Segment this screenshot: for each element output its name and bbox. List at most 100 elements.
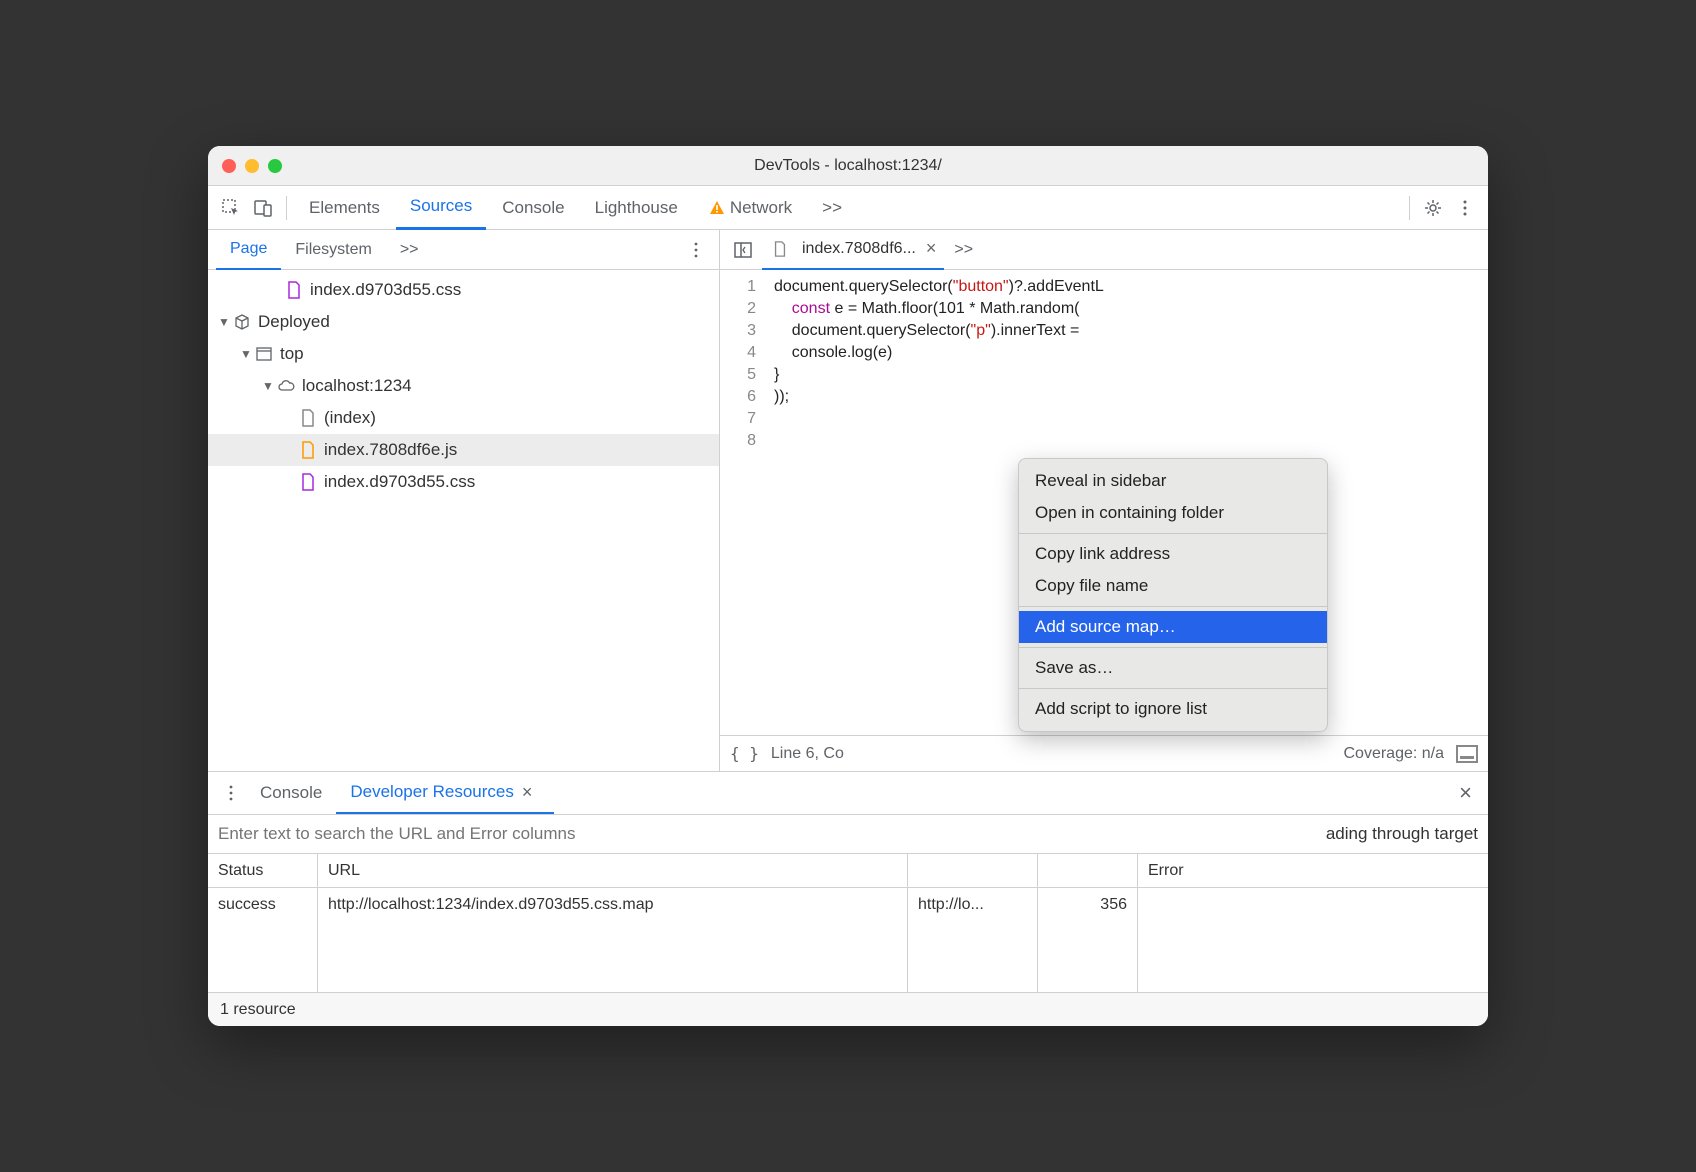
menu-open-folder[interactable]: Open in containing folder (1019, 497, 1327, 529)
drawer-tab-close[interactable]: × (514, 782, 541, 803)
editor-tab[interactable]: index.7808df6... × (762, 230, 944, 270)
drawer-kebab-icon[interactable] (216, 778, 246, 808)
drawer: Console Developer Resources × × ading th… (208, 771, 1488, 1026)
device-toggle-icon[interactable] (248, 193, 278, 223)
line-number: 5 (720, 364, 756, 386)
tab-network[interactable]: Network (694, 186, 806, 230)
menu-save-as[interactable]: Save as… (1019, 652, 1327, 684)
maximize-window-button[interactable] (268, 159, 282, 173)
coverage-label: Coverage: n/a (1343, 745, 1444, 763)
chevron-down-icon: ▼ (240, 347, 254, 361)
navigator-kebab-icon[interactable] (681, 235, 711, 265)
cell-c4: 356 (1038, 888, 1138, 922)
cell-error (1138, 888, 1488, 922)
tab-sources[interactable]: Sources (396, 186, 486, 230)
line-number: 4 (720, 342, 756, 364)
cell-c3: http://lo... (908, 888, 1038, 922)
col-c3-header[interactable] (908, 854, 1038, 887)
menu-ignore-list[interactable]: Add script to ignore list (1019, 693, 1327, 725)
kebab-menu-icon[interactable] (1450, 193, 1480, 223)
resources-table: Status URL Error success http://localhos… (208, 854, 1488, 992)
main-toolbar: Elements Sources Console Lighthouse Netw… (208, 186, 1488, 230)
tree-css-file-2[interactable]: index.d9703d55.css (208, 466, 719, 498)
menu-copy-link[interactable]: Copy link address (1019, 538, 1327, 570)
drawer-close-button[interactable]: × (1451, 780, 1480, 806)
tree-file-css[interactable]: index.d9703d55.css (208, 274, 719, 306)
tree-domain[interactable]: ▼ localhost:1234 (208, 370, 719, 402)
tab-elements[interactable]: Elements (295, 186, 394, 230)
document-icon (770, 239, 790, 259)
menu-divider (1019, 688, 1327, 689)
warning-icon (708, 199, 726, 217)
tree-deployed[interactable]: ▼ Deployed (208, 306, 719, 338)
tree-item-label: Deployed (258, 312, 330, 332)
load-through-target-label: ading through target (1306, 824, 1478, 844)
tree-item-label: index.d9703d55.css (310, 280, 461, 300)
table-empty-area (208, 922, 1488, 992)
tree-item-label: top (280, 344, 304, 364)
col-status-header[interactable]: Status (208, 854, 318, 887)
toggle-bottom-icon[interactable] (1456, 745, 1478, 763)
navigator-panel: Page Filesystem >> index.d9703d55.css ▼ … (208, 230, 720, 771)
titlebar: DevTools - localhost:1234/ (208, 146, 1488, 186)
editor-tab-close[interactable]: × (922, 238, 937, 259)
chevron-down-icon: ▼ (218, 315, 232, 329)
table-header: Status URL Error (208, 854, 1488, 888)
menu-reveal-sidebar[interactable]: Reveal in sidebar (1019, 465, 1327, 497)
line-number: 6 (720, 386, 756, 408)
search-input[interactable] (218, 824, 1306, 844)
toggle-navigator-icon[interactable] (728, 235, 758, 265)
line-gutter: 1 2 3 4 5 6 7 8 (720, 270, 768, 735)
css-file-icon (284, 280, 304, 300)
menu-divider (1019, 533, 1327, 534)
tab-lighthouse[interactable]: Lighthouse (581, 186, 692, 230)
cell-url: http://localhost:1234/index.d9703d55.css… (318, 888, 908, 922)
drawer-tab-label: Developer Resources (350, 782, 513, 802)
line-number: 3 (720, 320, 756, 342)
tree-item-label: index.d9703d55.css (324, 472, 475, 492)
settings-icon[interactable] (1418, 193, 1448, 223)
tree-item-label: (index) (324, 408, 376, 428)
context-menu: Reveal in sidebar Open in containing fol… (1018, 458, 1328, 732)
cell-status: success (208, 888, 318, 922)
drawer-tab-dev-resources[interactable]: Developer Resources × (336, 772, 554, 814)
table-row[interactable]: success http://localhost:1234/index.d970… (208, 888, 1488, 922)
subtabs-more[interactable]: >> (386, 230, 433, 270)
tree-js-file[interactable]: index.7808df6e.js (208, 434, 719, 466)
cube-icon (232, 312, 252, 332)
menu-copy-filename[interactable]: Copy file name (1019, 570, 1327, 602)
menu-add-source-map[interactable]: Add source map… (1019, 611, 1327, 643)
editor-tabs-more[interactable]: >> (948, 230, 979, 270)
editor-statusbar: { } Line 6, Co Coverage: n/a (720, 735, 1488, 771)
menu-divider (1019, 647, 1327, 648)
tree-item-label: index.7808df6e.js (324, 440, 457, 460)
inspect-element-icon[interactable] (216, 193, 246, 223)
js-file-icon (298, 440, 318, 460)
col-c4-header[interactable] (1038, 854, 1138, 887)
subtab-page[interactable]: Page (216, 230, 281, 270)
tree-index-doc[interactable]: (index) (208, 402, 719, 434)
line-number: 2 (720, 298, 756, 320)
tab-console[interactable]: Console (488, 186, 578, 230)
minimize-window-button[interactable] (245, 159, 259, 173)
tabs-more[interactable]: >> (808, 186, 856, 230)
line-number: 1 (720, 276, 756, 298)
tab-network-label: Network (730, 198, 792, 218)
tree-top[interactable]: ▼ top (208, 338, 719, 370)
toolbar-divider (1409, 196, 1410, 220)
line-number: 7 (720, 408, 756, 430)
toolbar-divider (286, 196, 287, 220)
pretty-print-icon[interactable]: { } (730, 744, 759, 763)
css-file-icon (298, 472, 318, 492)
tree-item-label: localhost:1234 (302, 376, 412, 396)
close-window-button[interactable] (222, 159, 236, 173)
drawer-tab-console[interactable]: Console (246, 772, 336, 814)
subtab-filesystem[interactable]: Filesystem (281, 230, 385, 270)
cloud-icon (276, 376, 296, 396)
col-error-header[interactable]: Error (1138, 854, 1488, 887)
window-title: DevTools - localhost:1234/ (224, 157, 1472, 175)
col-url-header[interactable]: URL (318, 854, 908, 887)
cursor-position: Line 6, Co (771, 745, 844, 763)
chevron-down-icon: ▼ (262, 379, 276, 393)
frame-icon (254, 344, 274, 364)
